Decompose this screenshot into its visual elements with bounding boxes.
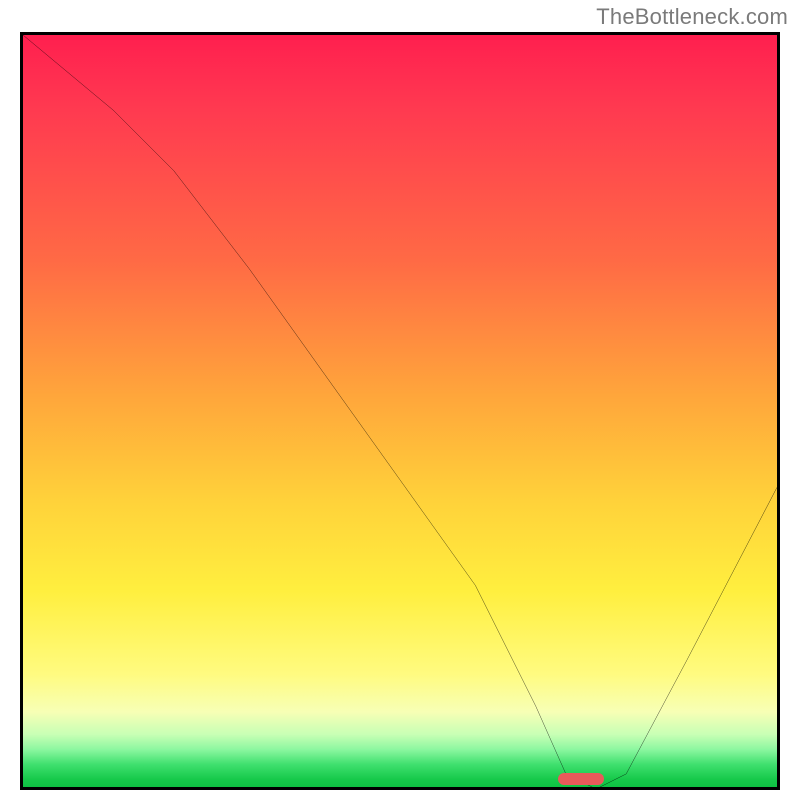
- bottleneck-curve: [23, 35, 777, 789]
- watermark-text: TheBottleneck.com: [596, 4, 788, 30]
- chart-frame: [20, 32, 780, 790]
- optimum-marker: [558, 773, 604, 785]
